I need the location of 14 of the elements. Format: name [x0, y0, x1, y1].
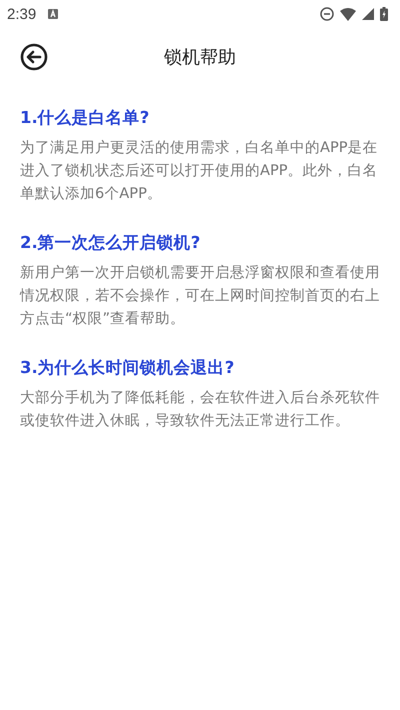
signal-icon — [362, 8, 374, 20]
back-button[interactable] — [18, 41, 50, 73]
answer-text: 新用户第一次开启锁机需要开启悬浮窗权限和查看使用情况权限，若不会操作，可在上网时间控制首页的右上方点击“权限”查看帮助。 — [20, 263, 380, 329]
notification-icon — [48, 9, 58, 19]
status-time: 2:39 — [7, 6, 36, 22]
question-heading: 2.第一次怎么开启锁机? — [20, 232, 202, 254]
page-title: 锁机帮助 — [163, 46, 237, 69]
question-heading: 1.什么是白名单? — [20, 107, 150, 129]
battery-icon — [380, 7, 388, 21]
wifi-icon — [340, 8, 356, 20]
do-not-disturb-icon — [320, 7, 334, 21]
answer-text: 为了满足用户更灵活的使用需求，白名单中的APP是在进入了锁机状态后还可以打开使用的APP。此外，白名单默认添加6个APP。 — [20, 138, 379, 204]
question-heading: 3.为什么长时间锁机会退出? — [20, 357, 236, 379]
answer-text: 大部分手机为了降低耗能，会在软件进入后台杀死软件或使软件进入休眠，导致软件无法正常进行工作。 — [20, 388, 380, 431]
